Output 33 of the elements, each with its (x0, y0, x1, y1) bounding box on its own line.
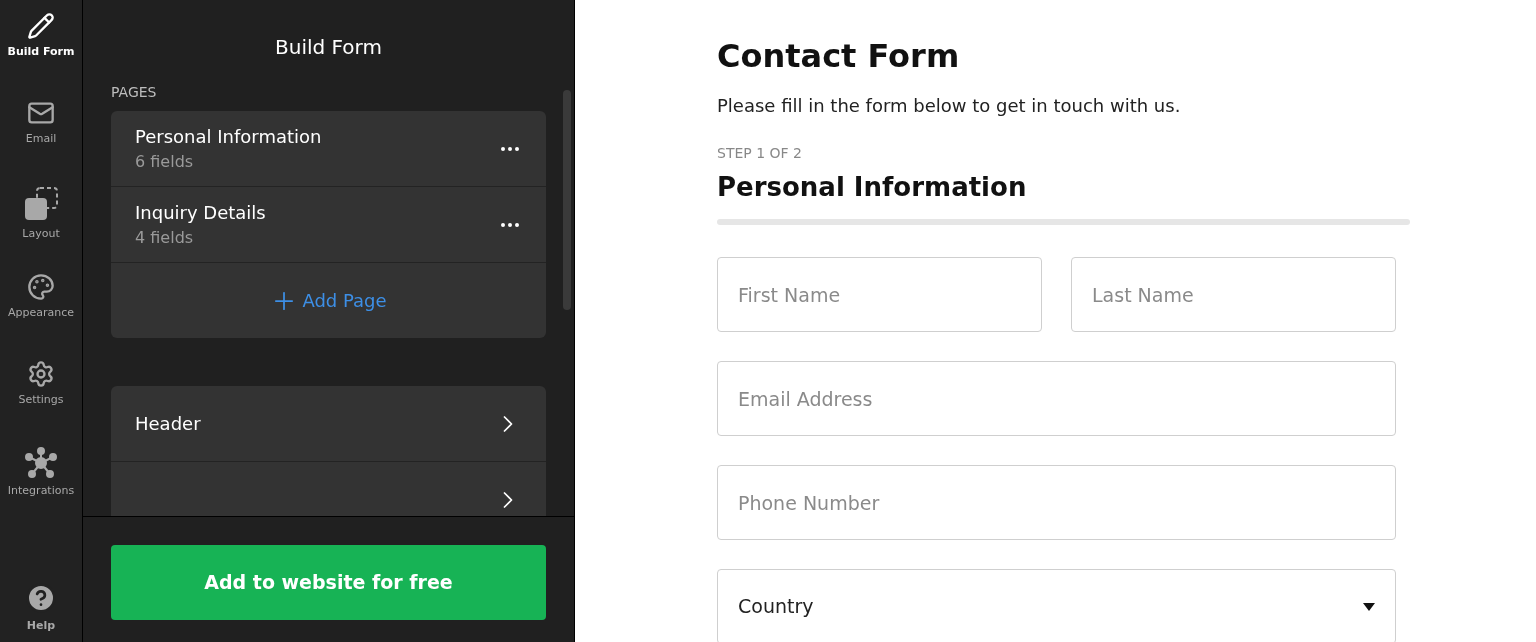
sidebar-tab[interactable]: Appearance (0, 273, 82, 360)
sidebar-tab[interactable]: Integrations (0, 447, 82, 534)
step-label: STEP 1 OF 2 (717, 144, 803, 163)
field-count: 6 fields (135, 151, 195, 173)
page-name: Personal Information (135, 125, 322, 149)
sidebar-tab[interactable]: Settings (0, 360, 82, 447)
text-field[interactable]: Last Name (1071, 257, 1396, 332)
layout-icon (23, 186, 59, 222)
page-name: Inquiry Details (135, 201, 266, 225)
add-page-button[interactable]: Add Page (270, 286, 387, 315)
sidebar-tab[interactable]: Build Form (0, 12, 82, 99)
field-count: 4 fields (135, 227, 195, 249)
panel-title: Build Form (274, 34, 383, 61)
page-item[interactable]: Inquiry Details 4 fields (111, 187, 546, 263)
pencil-icon (27, 12, 55, 40)
section-title: Personal Information (717, 171, 1028, 204)
text-field[interactable]: First Name (717, 257, 1042, 332)
sidebar-tab[interactable]: Layout (0, 186, 82, 273)
section-item[interactable]: Header (111, 386, 546, 462)
network-icon (25, 447, 57, 479)
help-button[interactable]: Help (25, 581, 57, 634)
country-select[interactable]: Country (717, 569, 1396, 642)
section-label: Header (135, 412, 201, 436)
form-title: Contact Form (717, 36, 961, 77)
settings-icon (27, 360, 55, 388)
form-subtitle: Please fill in the form below to get in touch with us. (717, 94, 1182, 118)
caret-icon (1363, 602, 1375, 611)
palette-icon (27, 273, 55, 301)
section-heading: PAGES (111, 83, 158, 102)
text-field[interactable]: Email Address (717, 361, 1396, 436)
page-item[interactable]: Personal Information 6 fields (111, 111, 546, 187)
text-field[interactable]: Phone Number (717, 465, 1396, 540)
sidebar-tab[interactable]: Email (0, 99, 82, 186)
